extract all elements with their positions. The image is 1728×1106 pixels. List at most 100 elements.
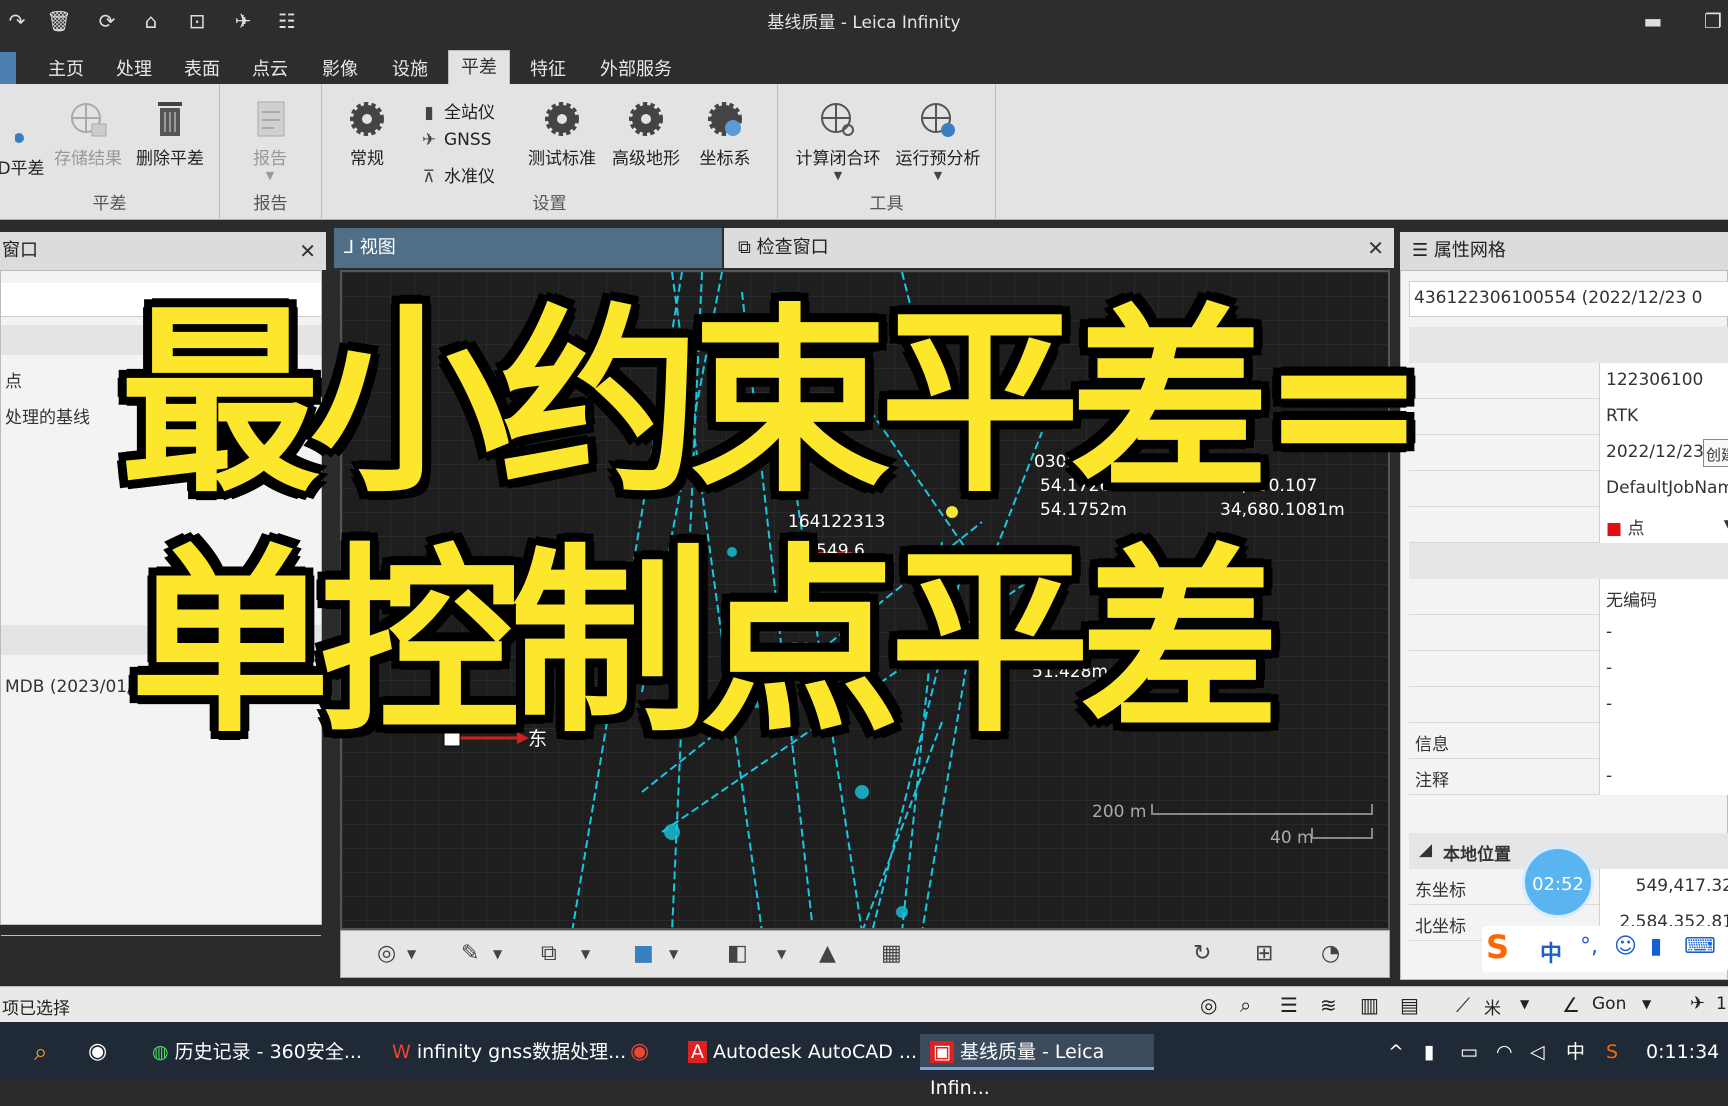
chevron-down-icon[interactable]: ▼ [493, 947, 502, 961]
gear-globe-icon [705, 98, 745, 140]
building-icon[interactable]: ▥ [1360, 993, 1379, 1017]
adjust-button[interactable]: D平差 [0, 108, 46, 179]
total-station-button[interactable]: ▮ 全站仪 [418, 98, 495, 123]
chevron-down-icon[interactable]: ▼ [669, 947, 678, 961]
gnss-button[interactable]: ✈ GNSS [418, 130, 492, 150]
test-criteria-button[interactable]: 测试标准 [522, 98, 602, 169]
compass-icon[interactable]: ◎ [1200, 993, 1217, 1017]
prop-row-id[interactable]: 122306100 [1409, 363, 1728, 399]
advanced-terrain-button[interactable]: 高级地形 [606, 98, 686, 169]
angle-icon[interactable]: ∠ [1562, 993, 1580, 1017]
app-icon[interactable]: ◉ [88, 1034, 107, 1070]
battery-icon[interactable]: ▭ [1460, 1034, 1478, 1070]
globe-rotate-icon[interactable]: ◔ [1321, 941, 1340, 966]
sogou-icon[interactable]: S [1486, 928, 1509, 966]
chevron-down-icon[interactable]: ▼ [777, 947, 786, 961]
recorder-icon[interactable]: ◉ [630, 1034, 649, 1070]
tab-facilities[interactable]: 设施 [380, 56, 440, 84]
prop-row-type[interactable]: ■ 点 ▼ [1409, 507, 1728, 543]
prop-row-method[interactable]: RTK [1409, 399, 1728, 435]
prop-row[interactable]: - [1409, 651, 1728, 687]
autocad-icon: A [688, 1041, 707, 1063]
sogou-icon[interactable]: S [1606, 1034, 1618, 1070]
prop-row-code[interactable]: 无编码 [1409, 579, 1728, 615]
wps-icon: W [392, 1041, 411, 1063]
layers-icon[interactable]: ⧉ [541, 941, 557, 966]
tab-external-services[interactable]: 外部服务 [588, 56, 684, 84]
tree-item-baselines[interactable]: 处理的基线 [5, 403, 90, 428]
prop-row-job[interactable]: DefaultJobNam [1409, 471, 1728, 507]
file-tab[interactable] [0, 52, 16, 84]
prop-row[interactable]: - [1409, 687, 1728, 723]
emoji-icon[interactable]: ☺ [1614, 934, 1637, 959]
prop-row-info[interactable]: 信息 [1409, 723, 1728, 759]
tree-item-points[interactable]: 点 [5, 367, 22, 392]
zoom-icon[interactable]: ⌕ [1240, 993, 1251, 1017]
taskbar-item-infinity[interactable]: ▣ 基线质量 - Leica Infin... [920, 1034, 1154, 1099]
object-selector[interactable]: 436122306100554 (2022/12/23 0 [1409, 281, 1728, 317]
globe-icon[interactable]: ◎ [377, 941, 396, 966]
tab-surface[interactable]: 表面 [172, 56, 232, 84]
prop-row-note[interactable]: 注释 - [1409, 759, 1728, 795]
taskbar-label: 基线质量 - Leica Infin... [930, 1041, 1105, 1099]
clapper-icon[interactable]: ▤ [1400, 993, 1419, 1017]
chevron-down-icon[interactable]: ▼ [1642, 997, 1651, 1011]
tab-adjustment[interactable]: 平差 [448, 50, 510, 84]
volume-icon[interactable]: ◁ [1530, 1034, 1545, 1070]
microphone-icon[interactable]: ▮ [1650, 934, 1662, 959]
store-results-button[interactable]: 存储结果 [50, 98, 126, 169]
delete-adjustment-button[interactable]: 删除平差 [130, 98, 210, 169]
grid-icon[interactable]: ▦ [881, 941, 902, 966]
type-select[interactable]: ■ 点 ▼ [1599, 507, 1728, 543]
tab-pointcloud[interactable]: 点云 [240, 56, 300, 84]
gear-icon [347, 98, 387, 140]
taskbar-item-autocad[interactable]: A Autodesk AutoCAD ... [680, 1034, 925, 1070]
run-preanalysis-label: 运行预分析 [895, 149, 981, 169]
filter-icon[interactable]: ◧ [727, 941, 748, 966]
taskbar-item-360[interactable]: ◍ 历史记录 - 360安全... [144, 1034, 370, 1070]
coordinate-system-label: 坐标系 [699, 149, 751, 169]
prop-row-date[interactable]: 2022/12/23 创建 [1409, 435, 1728, 471]
prop-row[interactable]: - [1409, 615, 1728, 651]
clock[interactable]: 0:11:34 [1646, 1034, 1719, 1070]
layers-icon[interactable]: ≋ [1320, 993, 1337, 1017]
coordinate-system-button[interactable]: 坐标系 [692, 98, 758, 169]
minimize-icon[interactable]: ▬ [1640, 10, 1666, 32]
compute-loop-button[interactable]: 计算闭合环 ▼ [792, 98, 884, 182]
ime-language[interactable]: 中 [1540, 936, 1562, 968]
chevron-up-icon[interactable]: ^ [1388, 1034, 1404, 1070]
collapse-icon: ◢ [1419, 840, 1433, 860]
search-icon[interactable]: ⌕ [34, 1034, 47, 1070]
chevron-down-icon[interactable]: ▼ [407, 947, 416, 961]
keyboard-icon[interactable]: ⌨ [1684, 934, 1716, 959]
unit-select[interactable]: 米 [1484, 994, 1501, 1019]
tab-imagery[interactable]: 影像 [310, 56, 370, 84]
job-item[interactable]: MDB (2023/01/2 [5, 677, 144, 697]
report-button[interactable]: 报告 ▼ [240, 98, 300, 182]
angle-unit-select[interactable]: Gon [1592, 994, 1626, 1014]
pen-icon[interactable]: ✎ [461, 941, 479, 966]
zoom-extent-icon[interactable]: ⊞ [1255, 941, 1273, 966]
prop-value: - [1599, 687, 1728, 723]
wifi-icon[interactable]: ◠ [1496, 1034, 1513, 1070]
list-icon[interactable]: ☰ [1280, 993, 1298, 1017]
punctuation-icon[interactable]: °, [1580, 934, 1598, 959]
satellite-icon[interactable]: ✈ [1690, 993, 1705, 1014]
level-button[interactable]: ⊼ 水准仪 [418, 162, 495, 187]
cube-icon[interactable]: ■ [633, 941, 654, 966]
general-settings-button[interactable]: 常规 [342, 98, 392, 169]
chevron-down-icon[interactable]: ▼ [1520, 997, 1529, 1011]
restore-icon[interactable]: ❐ [1700, 10, 1726, 32]
ruler-icon[interactable]: ⟋ [1456, 993, 1470, 1017]
chevron-down-icon[interactable]: ▼ [581, 947, 590, 961]
microphone-icon[interactable]: ▮ [1424, 1034, 1434, 1070]
language-indicator[interactable]: 中 [1566, 1034, 1585, 1070]
rotate-icon[interactable]: ↻ [1193, 941, 1211, 966]
run-preanalysis-button[interactable]: 运行预分析 ▼ [890, 98, 986, 182]
tab-features[interactable]: 特征 [518, 56, 578, 84]
terrain-icon[interactable]: ▲ [819, 941, 836, 966]
tab-process[interactable]: 处理 [104, 56, 164, 84]
recording-timer[interactable]: 02:52 [1522, 846, 1594, 918]
taskbar-item-wps[interactable]: W infinity gnss数据处理... [384, 1034, 634, 1070]
tab-home[interactable]: 主页 [36, 56, 96, 84]
